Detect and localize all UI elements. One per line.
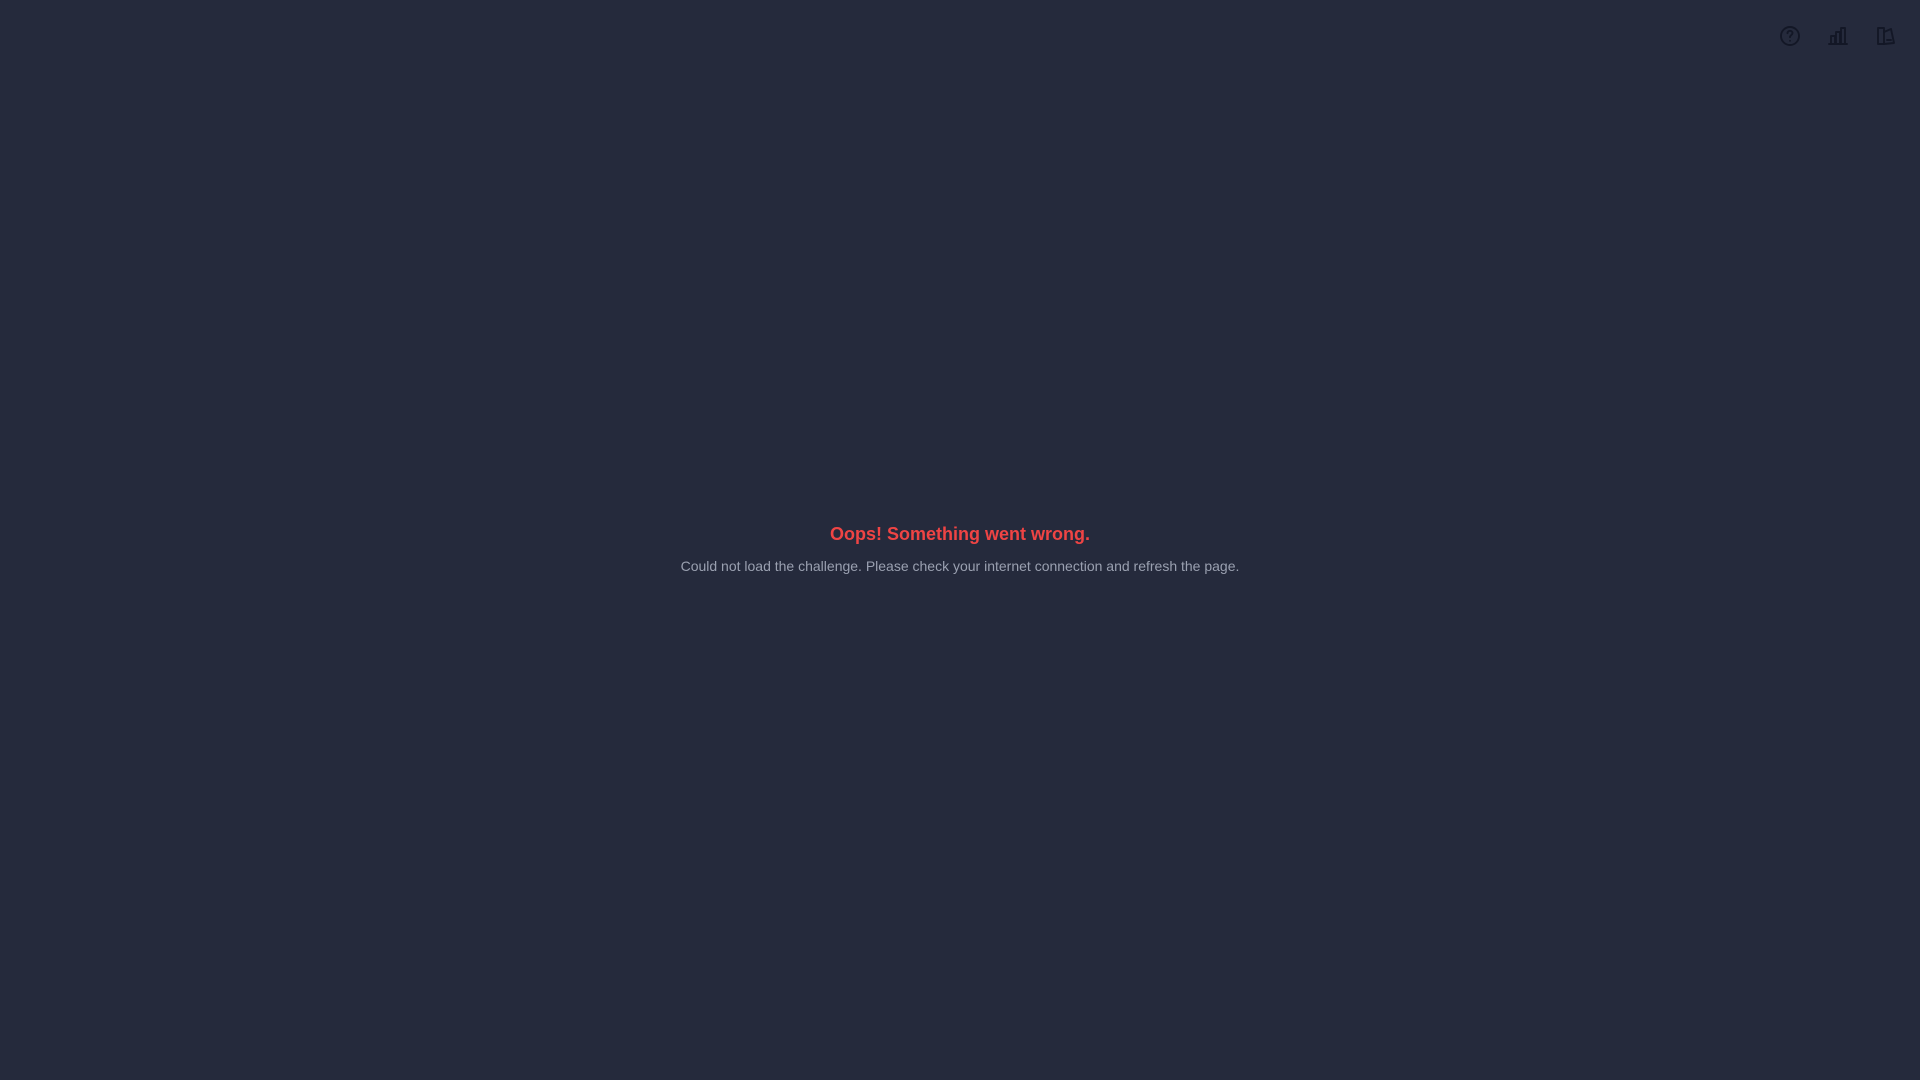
top-toolbar: [1774, 20, 1902, 52]
error-page: Oops! Something went wrong. Could not lo…: [0, 0, 1920, 1080]
settings-button[interactable]: [1870, 20, 1902, 52]
help-button[interactable]: [1774, 20, 1806, 52]
error-panel: Oops! Something went wrong. Could not lo…: [0, 518, 1920, 574]
error-title: Oops! Something went wrong.: [830, 524, 1090, 544]
settings-panel-icon: [1877, 27, 1895, 45]
stats-button[interactable]: [1822, 20, 1854, 52]
help-circle-icon: [1780, 26, 1800, 46]
error-message: Could not load the challenge. Please che…: [680, 558, 1240, 574]
bar-chart-icon: [1828, 27, 1848, 45]
